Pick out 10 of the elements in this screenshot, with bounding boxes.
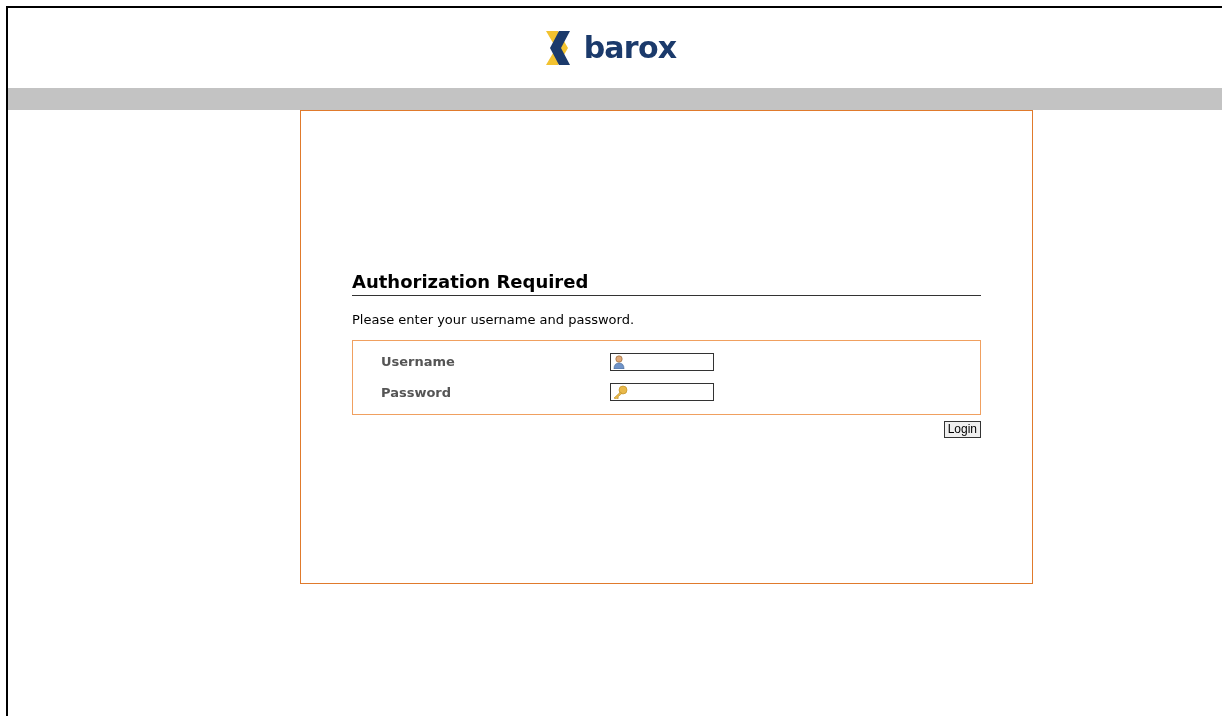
field-label: Username [381,353,456,371]
username-field[interactable] [610,352,714,371]
instruction-text: Please enter your username and password. [352,311,636,329]
key-icon [613,385,628,400]
person-icon [613,354,625,369]
page-heading: Authorization Required [352,271,981,296]
login-button[interactable]: Login [943,420,981,438]
logo-text: barox [583,33,677,63]
field-label: Password [381,383,453,402]
password-field[interactable] [610,383,714,402]
